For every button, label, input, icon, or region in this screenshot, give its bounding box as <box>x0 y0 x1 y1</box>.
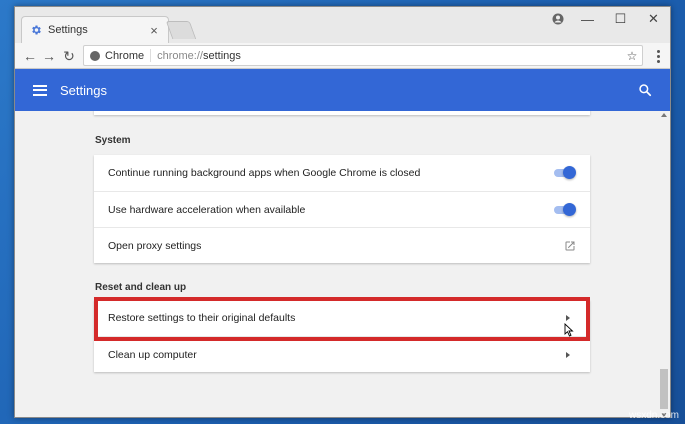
search-icon[interactable] <box>638 83 652 97</box>
scrollbar-thumb[interactable] <box>660 369 668 409</box>
setting-row-proxy[interactable]: Open proxy settings <box>94 227 590 263</box>
previous-section-card <box>94 111 590 115</box>
site-info[interactable]: Chrome <box>84 49 152 62</box>
setting-label: Use hardware acceleration when available <box>108 203 306 216</box>
setting-label: Open proxy settings <box>108 239 202 252</box>
chrome-icon <box>90 50 100 61</box>
url-path: settings <box>202 49 241 62</box>
close-window-button[interactable]: ✕ <box>637 7 670 31</box>
back-button[interactable]: ← <box>21 47 39 65</box>
tab-strip: Settings × — ☐ ✕ <box>15 7 670 43</box>
new-tab-button[interactable] <box>165 21 197 39</box>
setting-row-hardware-acceleration[interactable]: Use hardware acceleration when available <box>94 191 590 227</box>
url-scheme: chrome:// <box>157 49 203 62</box>
reload-button[interactable]: ↻ <box>60 47 78 65</box>
hardware-acceleration-toggle[interactable] <box>554 202 576 217</box>
setting-label: Restore settings to their original defau… <box>108 312 296 324</box>
profile-icon[interactable] <box>550 11 566 27</box>
forward-button[interactable]: → <box>40 47 58 65</box>
chevron-right-icon <box>566 351 570 358</box>
browser-toolbar: ← → ↻ Chrome chrome://settings ☆ <box>15 43 670 69</box>
maximize-button[interactable]: ☐ <box>604 7 637 31</box>
menu-icon[interactable] <box>33 84 47 96</box>
window-controls: — ☐ ✕ <box>571 7 670 31</box>
setting-row-background-apps[interactable]: Continue running background apps when Go… <box>94 155 590 191</box>
gear-icon <box>30 24 42 36</box>
scroll-up-icon[interactable] <box>661 113 667 117</box>
section-title-system: System <box>95 135 131 146</box>
tab-close-icon[interactable]: × <box>146 23 162 38</box>
tab-title: Settings <box>48 24 88 36</box>
scrollbar[interactable] <box>658 111 670 417</box>
chrome-menu-icon[interactable] <box>652 47 664 65</box>
external-link-icon[interactable] <box>564 240 576 252</box>
site-name: Chrome <box>105 49 145 62</box>
settings-header: Settings <box>15 69 670 111</box>
setting-label: Clean up computer <box>108 348 197 361</box>
browser-window: Settings × — ☐ ✕ ← → ↻ Chrome chrome://s… <box>14 6 671 418</box>
setting-label: Continue running background apps when Go… <box>108 167 421 179</box>
watermark: wsxdn.com <box>628 410 679 421</box>
minimize-button[interactable]: — <box>571 7 604 31</box>
chevron-right-icon <box>566 315 570 321</box>
section-title-reset: Reset and clean up <box>95 282 187 293</box>
mouse-cursor-icon <box>564 323 574 337</box>
bookmark-star-icon[interactable]: ☆ <box>622 49 642 63</box>
tab-settings[interactable]: Settings × <box>21 16 169 43</box>
system-card: Continue running background apps when Go… <box>94 155 590 263</box>
url-text: chrome://settings <box>151 50 622 62</box>
setting-row-cleanup[interactable]: Clean up computer <box>94 336 590 372</box>
address-bar[interactable]: Chrome chrome://settings ☆ <box>83 45 643 66</box>
reset-card: Restore settings to their original defau… <box>94 300 590 372</box>
setting-row-restore-defaults[interactable]: Restore settings to their original defau… <box>94 300 590 336</box>
settings-content: System Continue running background apps … <box>15 111 670 417</box>
background-apps-toggle[interactable] <box>554 166 576 180</box>
page-title: Settings <box>60 82 107 98</box>
